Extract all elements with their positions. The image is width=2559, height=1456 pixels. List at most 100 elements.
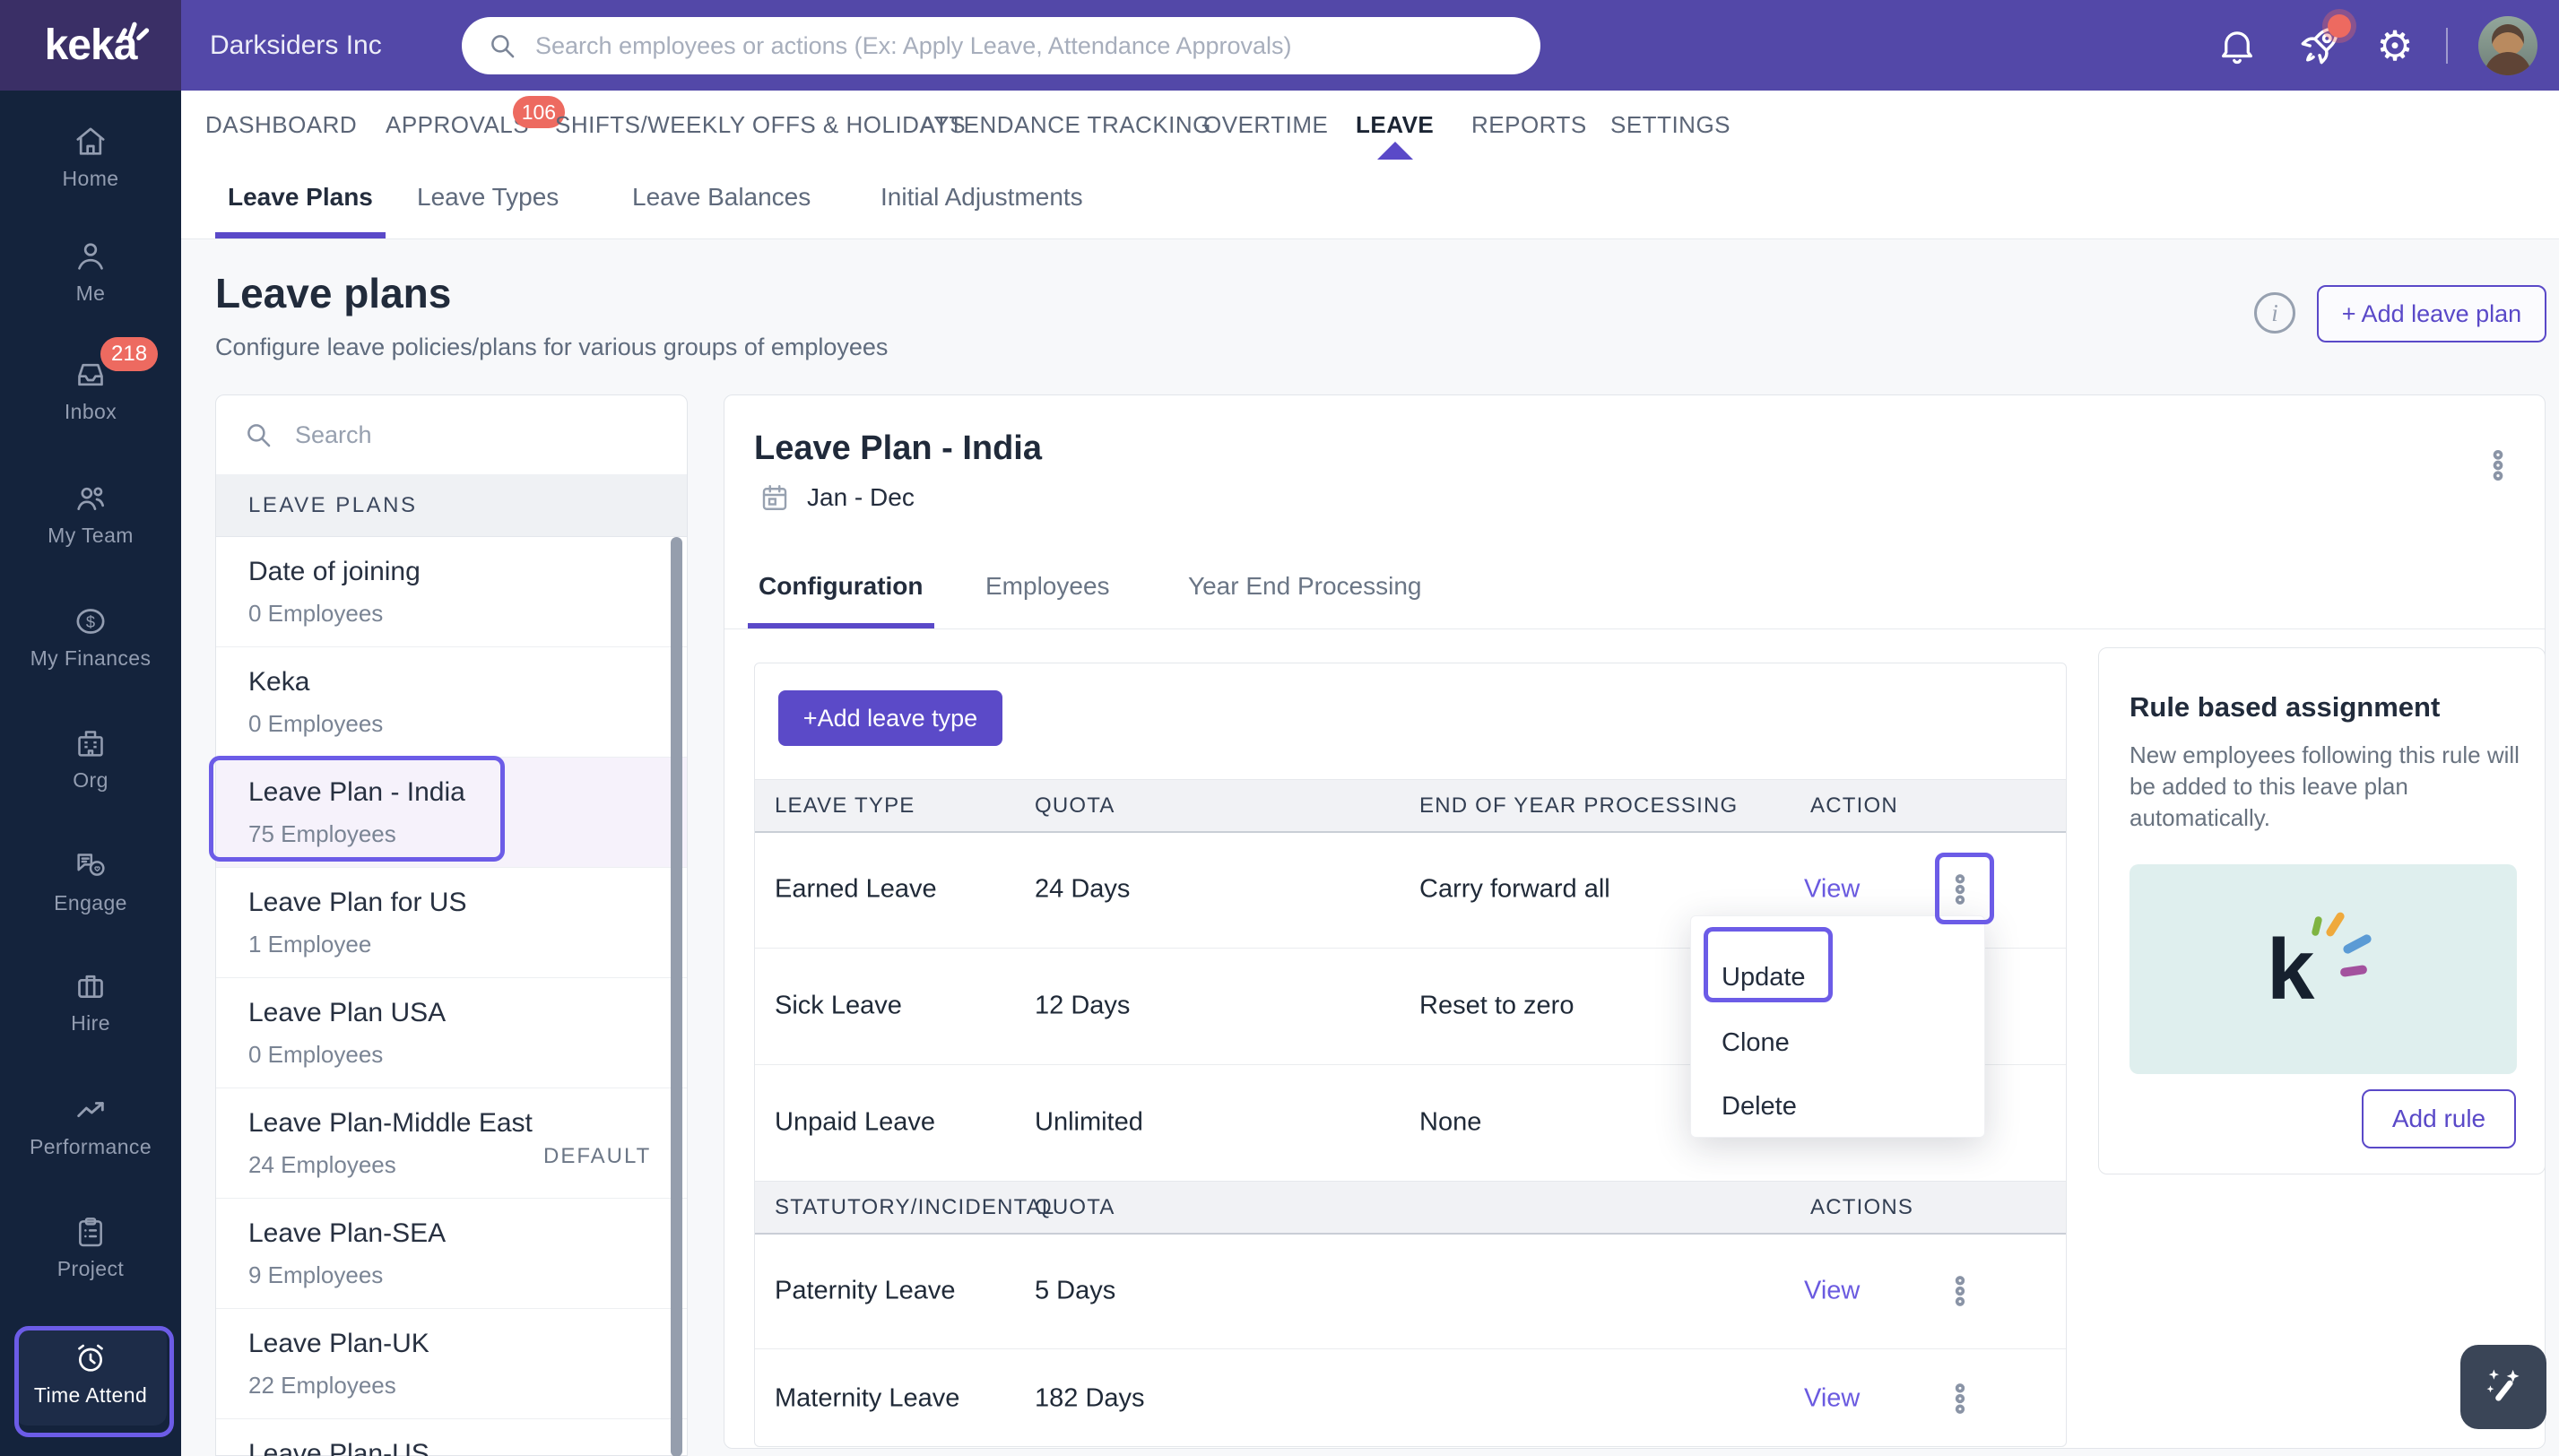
view-link[interactable]: View	[1804, 1276, 1860, 1305]
table-row: Maternity Leave 182 Days View	[755, 1348, 2066, 1447]
sidebar-item-my-finances[interactable]: $ My Finances	[0, 603, 181, 671]
list-item-selected[interactable]: Leave Plan - India 75 Employees	[216, 758, 687, 868]
clipboard-icon	[0, 1214, 181, 1250]
sidebar-item-inbox[interactable]: Inbox	[0, 357, 181, 424]
menu-item-update[interactable]: Update	[1722, 959, 1806, 995]
sidebar-item-org[interactable]: Org	[0, 725, 181, 793]
sidebar: Home Me 218 Inbox My Team $ My Finances …	[0, 91, 181, 1456]
sidebar-item-project[interactable]: Project	[0, 1214, 181, 1281]
default-tag: DEFAULT	[543, 1144, 651, 1169]
sidebar-item-performance[interactable]: Performance	[0, 1092, 181, 1159]
chat-icon	[0, 848, 181, 884]
tab-attendance-tracking[interactable]: ATTENDANCE TRACKING	[920, 91, 1211, 160]
leave-plans-panel: LEAVE PLANS Date of joining 0 Employees …	[215, 394, 688, 1456]
list-item[interactable]: Leave Plan-Middle East 24 Employees DEFA…	[216, 1088, 687, 1199]
row-kebab-icon[interactable]	[1942, 1271, 1978, 1311]
sidebar-item-home[interactable]: Home	[0, 124, 181, 191]
keka-logo-ticks	[115, 14, 208, 45]
tab-leave[interactable]: LEAVE	[1356, 91, 1434, 160]
trend-icon	[0, 1092, 181, 1128]
subtab-initial-adjustments[interactable]: Initial Adjustments	[868, 160, 1096, 238]
list-scrollbar[interactable]	[671, 537, 682, 1456]
list-item[interactable]: Leave Plan USA 0 Employees	[216, 978, 687, 1088]
global-search	[462, 17, 1540, 74]
sidebar-item-my-team[interactable]: My Team	[0, 481, 181, 548]
team-icon	[0, 481, 181, 516]
list-item[interactable]: Leave Plan-US	[216, 1419, 687, 1456]
list-item[interactable]: Leave Plan-UK 22 Employees	[216, 1309, 687, 1419]
svg-text:$: $	[86, 612, 95, 631]
add-leave-type-button[interactable]: +Add leave type	[778, 690, 1002, 746]
global-search-input[interactable]	[533, 31, 1540, 61]
search-icon	[487, 30, 517, 61]
company-name: Darksiders Inc	[210, 0, 382, 91]
plan-detail-title: Leave Plan - India	[754, 429, 1042, 468]
tab-dashboard[interactable]: DASHBOARD	[205, 91, 357, 160]
menu-item-clone[interactable]: Clone	[1722, 1025, 1790, 1061]
row-kebab-icon[interactable]	[1942, 1379, 1978, 1418]
settings-gear-icon[interactable]: ⚙	[2364, 0, 2426, 91]
sidebar-item-time-attend[interactable]: Time Attend	[0, 1340, 181, 1408]
leave-table-header: LEAVE TYPE QUOTA END OF YEAR PROCESSING …	[755, 779, 2066, 833]
tab-overtime[interactable]: OVERTIME	[1203, 91, 1328, 160]
list-item[interactable]: Leave Plan for US 1 Employee	[216, 868, 687, 978]
whats-new-rocket-icon[interactable]	[2288, 0, 2351, 91]
sidebar-item-hire[interactable]: Hire	[0, 968, 181, 1036]
page-title: Leave plans	[215, 269, 451, 317]
subtab-leave-plans[interactable]: Leave Plans	[215, 160, 386, 238]
view-link[interactable]: View	[1804, 1383, 1860, 1413]
sidebar-item-engage[interactable]: Engage	[0, 848, 181, 915]
menu-item-delete[interactable]: Delete	[1722, 1088, 1797, 1124]
tab-settings[interactable]: SETTINGS	[1610, 91, 1731, 160]
list-item[interactable]: Date of joining 0 Employees	[216, 537, 687, 647]
list-item[interactable]: Keka 0 Employees	[216, 647, 687, 758]
top-bar: keka Darksiders Inc ⚙	[0, 0, 2559, 91]
home-icon	[0, 124, 181, 160]
tab-shifts[interactable]: SHIFTS/WEEKLY OFFS & HOLIDAYS	[555, 91, 966, 160]
plan-period-label: Jan - Dec	[807, 483, 915, 512]
tab-employees[interactable]: Employees	[975, 548, 1121, 628]
active-tab-caret	[1377, 142, 1413, 160]
rule-based-assignment-panel: Rule based assignment New employees foll…	[2098, 647, 2546, 1174]
person-icon	[0, 238, 181, 274]
subtab-leave-types[interactable]: Leave Types	[404, 160, 571, 238]
list-item[interactable]: Leave Plan-SEA 9 Employees	[216, 1199, 687, 1309]
notifications-bell-icon[interactable]	[2206, 0, 2268, 91]
tab-year-end-processing[interactable]: Year End Processing	[1177, 548, 1432, 628]
plans-search-input[interactable]	[293, 420, 687, 450]
magic-wand-button[interactable]	[2460, 1345, 2546, 1429]
page-subtitle: Configure leave policies/plans for vario…	[215, 334, 888, 361]
calendar-icon	[759, 481, 791, 514]
plan-detail-tabs: Configuration Employees Year End Process…	[724, 548, 2545, 629]
leave-subnav: Leave Plans Leave Types Leave Balances I…	[181, 160, 2559, 239]
add-leave-plan-button[interactable]: + Add leave plan	[2317, 285, 2546, 342]
view-link[interactable]: View	[1804, 875, 1860, 905]
search-icon	[243, 420, 273, 450]
building-icon	[0, 725, 181, 761]
plan-period: Jan - Dec	[759, 481, 915, 514]
app-screen: Leave plans Configure leave policies/pla…	[0, 0, 2559, 1456]
alarm-clock-icon	[0, 1340, 181, 1376]
topbar-divider	[2446, 28, 2448, 64]
plan-kebab-icon[interactable]	[2480, 447, 2516, 483]
add-rule-button[interactable]: Add rule	[2362, 1089, 2516, 1148]
rule-panel-description: New employees following this rule will b…	[2130, 740, 2524, 834]
module-nav: DASHBOARD APPROVALS106 SHIFTS/WEEKLY OFF…	[181, 91, 2559, 160]
subtab-leave-balances[interactable]: Leave Balances	[620, 160, 823, 238]
row-context-menu: Update Clone Delete	[1690, 915, 1985, 1138]
tab-configuration[interactable]: Configuration	[748, 548, 934, 628]
tab-reports[interactable]: REPORTS	[1471, 91, 1587, 160]
tab-approvals[interactable]: APPROVALS106	[386, 91, 529, 160]
rocket-notification-dot	[2328, 14, 2351, 38]
rule-panel-illustration: k	[2130, 864, 2517, 1074]
plans-list-header: LEAVE PLANS	[216, 474, 687, 537]
row-kebab-icon[interactable]	[1942, 870, 1978, 909]
rule-panel-title: Rule based assignment	[2130, 691, 2518, 724]
user-avatar[interactable]	[2478, 16, 2537, 75]
sidebar-item-me[interactable]: Me	[0, 238, 181, 306]
info-icon[interactable]: i	[2254, 292, 2295, 334]
briefcase-icon	[0, 968, 181, 1004]
statutory-table-header: STATUTORY/INCIDENTAL QUOTA ACTIONS	[755, 1181, 2066, 1235]
keka-logo-mark: k	[2247, 911, 2399, 1027]
dollar-icon: $	[0, 603, 181, 639]
